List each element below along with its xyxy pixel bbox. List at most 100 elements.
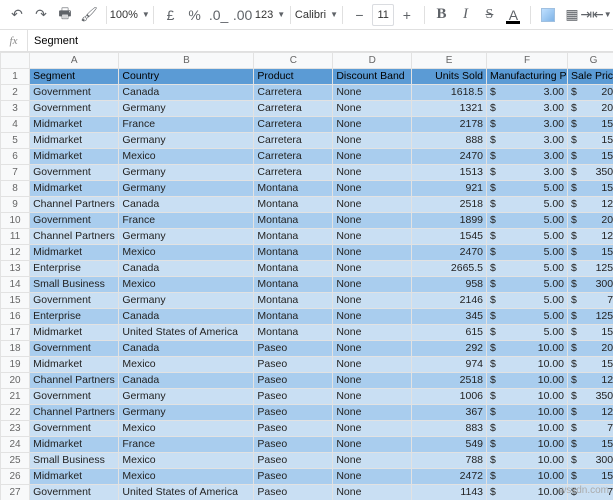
cell[interactable]: None [333,341,412,357]
cell[interactable]: Germany [119,405,254,421]
cell[interactable]: $15. [568,357,613,373]
cell[interactable]: Mexico [119,453,254,469]
fill-color-button[interactable] [537,4,559,26]
cell[interactable]: None [333,309,412,325]
cell[interactable]: Discount Band [333,69,412,85]
row-header[interactable]: 4 [1,117,30,133]
cell[interactable]: $15. [568,325,613,341]
cell[interactable]: Government [30,165,119,181]
cell[interactable]: $12. [568,405,613,421]
cell[interactable]: Germany [119,181,254,197]
cell[interactable]: Paseo [254,421,333,437]
row-header[interactable]: 11 [1,229,30,245]
cell[interactable]: Government [30,421,119,437]
increase-decimal-button[interactable]: .00 [232,4,254,26]
cell[interactable]: Montana [254,325,333,341]
cell[interactable]: None [333,149,412,165]
cell[interactable]: United States of America [119,485,254,500]
cell[interactable]: Canada [119,373,254,389]
merge-button[interactable]: ⇥⇤▼ [585,4,607,26]
decrease-decimal-button[interactable]: .0_ [208,4,230,26]
cell[interactable]: $7. [568,485,613,500]
cell[interactable]: France [119,213,254,229]
cell[interactable]: Government [30,101,119,117]
cell[interactable]: 2518 [412,197,487,213]
cell[interactable]: Paseo [254,373,333,389]
row-header[interactable]: 6 [1,149,30,165]
cell[interactable]: 615 [412,325,487,341]
row-header[interactable]: 24 [1,437,30,453]
cell[interactable]: $10.00 [487,373,568,389]
cell[interactable]: Carretera [254,85,333,101]
format-select[interactable]: 123 ▼ [256,4,285,26]
row-header[interactable]: 14 [1,277,30,293]
row-header[interactable]: 25 [1,453,30,469]
font-select[interactable]: Calibri ▼ [297,4,336,26]
col-header[interactable]: G [568,53,613,69]
col-header[interactable]: C [254,53,333,69]
bold-button[interactable]: B [430,4,452,26]
cell[interactable]: France [119,437,254,453]
cell[interactable]: Government [30,85,119,101]
row-header[interactable]: 12 [1,245,30,261]
cell[interactable]: None [333,229,412,245]
cell[interactable]: $15. [568,181,613,197]
row-header[interactable]: 19 [1,357,30,373]
cell[interactable]: $3.00 [487,101,568,117]
cell[interactable]: Sale Price [568,69,613,85]
cell[interactable]: Units Sold [412,69,487,85]
cell[interactable]: $15. [568,469,613,485]
cell[interactable]: $5.00 [487,277,568,293]
cell[interactable]: $5.00 [487,261,568,277]
text-color-button[interactable]: A [502,4,524,26]
cell[interactable]: Montana [254,309,333,325]
cell[interactable]: None [333,133,412,149]
cell[interactable]: Midmarket [30,325,119,341]
cell[interactable]: Mexico [119,469,254,485]
cell[interactable]: Mexico [119,357,254,373]
cell[interactable]: Paseo [254,357,333,373]
cell[interactable]: Paseo [254,453,333,469]
cell[interactable]: Midmarket [30,437,119,453]
cell[interactable]: None [333,293,412,309]
cell[interactable]: Montana [254,293,333,309]
cell[interactable]: 1143 [412,485,487,500]
cell[interactable]: 2665.5 [412,261,487,277]
cell[interactable]: $15. [568,245,613,261]
cell[interactable]: None [333,85,412,101]
cell[interactable]: Government [30,213,119,229]
cell[interactable]: Montana [254,261,333,277]
cell[interactable]: Enterprise [30,261,119,277]
font-size-decrease[interactable]: − [348,4,370,26]
cell[interactable]: 549 [412,437,487,453]
cell[interactable]: Government [30,341,119,357]
cell[interactable]: Segment [30,69,119,85]
paint-format-button[interactable]: 🖌 [78,4,100,26]
col-header[interactable]: F [487,53,568,69]
cell[interactable]: Enterprise [30,309,119,325]
cell[interactable]: None [333,469,412,485]
cell[interactable]: $20. [568,341,613,357]
cell[interactable]: $10.00 [487,341,568,357]
cell[interactable]: 1899 [412,213,487,229]
cell[interactable]: Country [119,69,254,85]
cell[interactable]: $15. [568,133,613,149]
row-header[interactable]: 7 [1,165,30,181]
print-button[interactable]: 🖶 [54,4,76,26]
cell[interactable]: None [333,261,412,277]
cell[interactable]: $3.00 [487,149,568,165]
cell[interactable]: $7. [568,293,613,309]
cell[interactable]: $3.00 [487,85,568,101]
cell[interactable]: None [333,405,412,421]
cell[interactable]: 1545 [412,229,487,245]
row-header[interactable]: 20 [1,373,30,389]
cell[interactable]: Channel Partners [30,197,119,213]
cell[interactable]: 2146 [412,293,487,309]
cell[interactable]: Carretera [254,133,333,149]
redo-button[interactable]: ↷ [30,4,52,26]
cell[interactable]: Carretera [254,101,333,117]
formula-input[interactable] [28,30,613,51]
cell[interactable]: $5.00 [487,325,568,341]
cell[interactable]: $5.00 [487,245,568,261]
row-header[interactable]: 8 [1,181,30,197]
